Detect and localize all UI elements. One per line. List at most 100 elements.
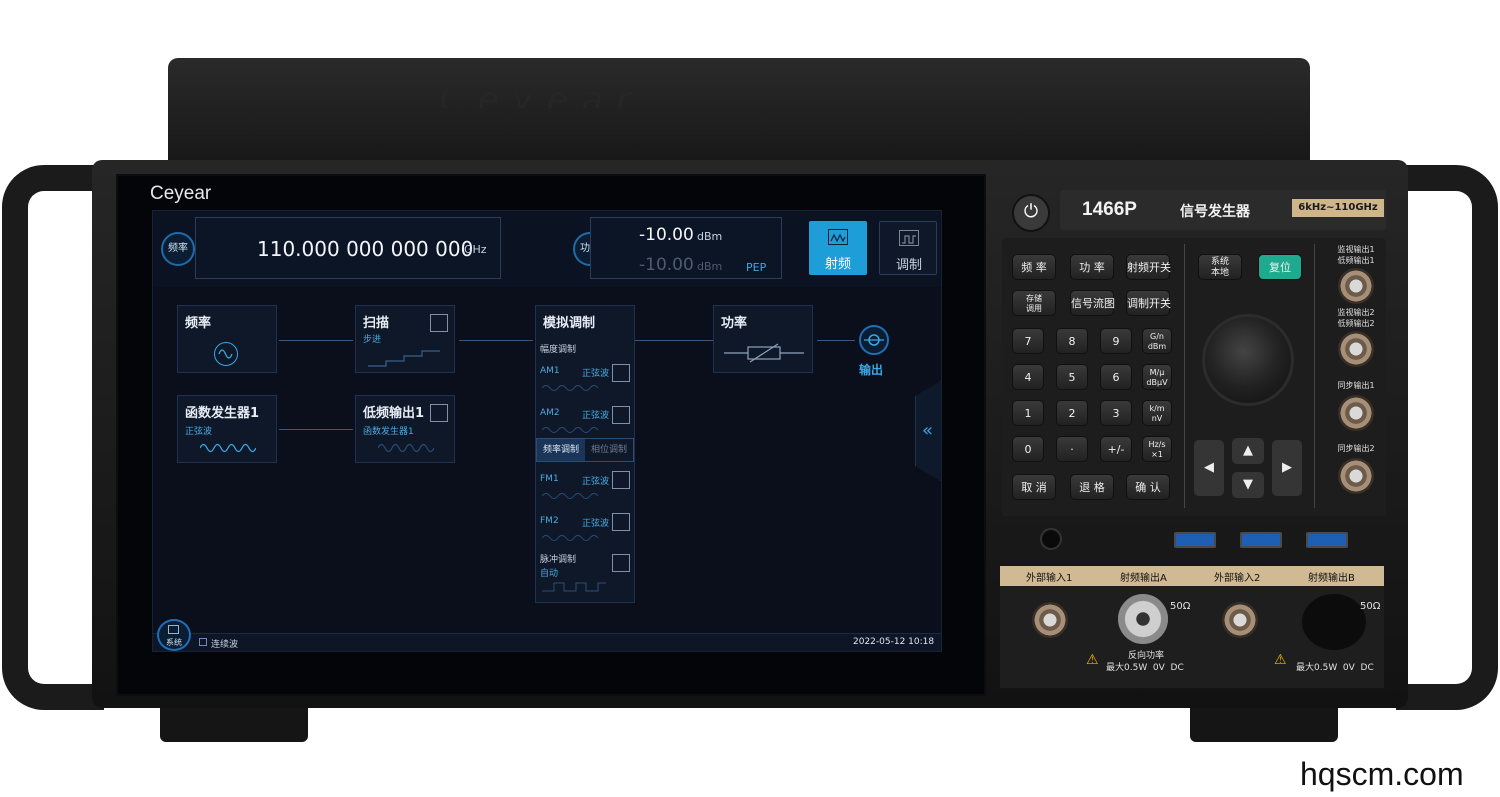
numeric-key-0-2[interactable]: 9 [1100,328,1132,354]
rf-out-a-connector[interactable] [1118,594,1168,644]
left-handle [2,165,104,710]
analog-mod-block[interactable]: 模拟调制 幅度调制 AM1 正弦波 AM2 正弦波 频率调制 相位调制 FM1 … [535,305,635,603]
fm2-checkbox[interactable] [612,513,630,531]
numeric-key-3-2[interactable]: +/- [1100,436,1132,462]
power-switch-button[interactable]: ⏻ [1012,194,1050,232]
mod-tabs: 频率调制 相位调制 [536,438,634,462]
rf-out-b-cap[interactable] [1302,594,1366,650]
numeric-key-2-3[interactable]: k/m nV [1142,400,1172,426]
numeric-key-1-1[interactable]: 5 [1056,364,1088,390]
power-block[interactable]: 功率 [713,305,813,373]
monitor-output-2-connector[interactable] [1338,331,1374,367]
system-local-key[interactable]: 系统 本地 [1198,254,1242,280]
arrow-up-key[interactable]: ▲ [1232,438,1264,464]
rf-button[interactable]: 射频 [809,221,867,275]
ext-input-1-connector[interactable] [1032,602,1068,638]
right-handle [1396,165,1498,710]
rf-out-a-label: 射频输出A [1120,573,1167,584]
key-bottom-0[interactable]: 取 消 [1012,474,1056,500]
warning-icon: ⚠ [1086,652,1099,668]
key-row1-0[interactable]: 频 率 [1012,254,1056,280]
key-row2-0[interactable]: 存储 调用 [1012,290,1056,316]
lid-brand-logo: Ceyear [440,92,1040,108]
sine-icon [214,342,238,366]
arrow-down-key[interactable]: ▼ [1232,472,1264,498]
right-foot [1190,704,1338,742]
datetime: 2022-05-12 10:18 [853,637,935,647]
am1-label: AM1 [540,366,560,376]
sweep-checkbox[interactable] [430,314,448,332]
numeric-key-0-3[interactable]: G/n dBm [1142,328,1172,354]
sync-output-2-connector[interactable] [1338,458,1374,494]
numeric-key-1-0[interactable]: 4 [1012,364,1044,390]
rotary-knob[interactable] [1202,314,1294,406]
headphone-jack[interactable] [1040,528,1062,550]
lfout-title: 低频输出1 [363,406,425,421]
pep-unit: dBm [697,260,723,273]
numeric-key-2-0[interactable]: 1 [1012,400,1044,426]
attenuator-icon [724,342,804,368]
tab-fm[interactable]: 频率调制 [537,439,585,461]
fm1-checkbox[interactable] [612,471,630,489]
am2-checkbox[interactable] [612,406,630,424]
numeric-key-0-1[interactable]: 8 [1056,328,1088,354]
tab-pm[interactable]: 相位调制 [585,439,633,461]
numeric-key-2-1[interactable]: 2 [1056,400,1088,426]
arrow-right-key[interactable]: ▶ [1272,440,1302,496]
rf-out-b-label: 射频输出B [1308,573,1355,584]
pulse-label: 脉冲调制 [540,555,577,565]
pep-label: PEP [746,261,767,274]
sweep-block-title: 扫描 [363,316,390,331]
usb-port-1[interactable] [1174,532,1216,548]
sweep-block[interactable]: 扫描 步进 [355,305,455,373]
analog-mod-title: 模拟调制 [543,316,596,331]
max-rating-b: 最大0.5W 0V DC [1296,663,1374,673]
arrow-left-key[interactable]: ◀ [1194,440,1224,496]
am1-checkbox[interactable] [612,364,630,382]
side-drawer-tab[interactable]: « [915,381,941,481]
numeric-key-3-1[interactable]: · [1056,436,1088,462]
am2-wave-icon [541,420,602,439]
power-block-title: 功率 [721,316,748,331]
key-row2-1[interactable]: 信号流图 [1070,290,1115,316]
numeric-key-2-2[interactable]: 3 [1100,400,1132,426]
numeric-key-1-2[interactable]: 6 [1100,364,1132,390]
port-label-1: 监视输出1 低频输出1 [1337,245,1375,265]
numeric-key-1-3[interactable]: M/μ dBμV [1142,364,1172,390]
lfout-block[interactable]: 低频输出1 函数发生器1 [355,395,455,463]
usb-port-3[interactable] [1306,532,1348,548]
sync-output-1-connector[interactable] [1338,395,1374,431]
key-row2-2[interactable]: 调制开关 [1126,290,1171,316]
double-chevron-left-icon: « [922,420,934,441]
screen-logo: Ceyear [150,183,212,204]
key-row1-1[interactable]: 功 率 [1070,254,1114,280]
output-icon[interactable] [859,325,889,355]
system-button[interactable]: 系统 [157,619,191,651]
watermark: hqscm.com [1300,756,1464,792]
ext-input-1-label: 外部输入1 [1026,573,1073,584]
key-bottom-1[interactable]: 退 格 [1070,474,1114,500]
lfout-checkbox[interactable] [430,404,448,422]
freq-block[interactable]: 频率 [177,305,277,373]
flow-line [459,340,533,341]
ext-input-2-connector[interactable] [1222,602,1258,638]
reset-key[interactable]: 复位 [1258,254,1302,280]
numeric-key-3-3[interactable]: Hz/s ×1 [1142,436,1172,462]
monitor-output-1-connector[interactable] [1338,268,1374,304]
fm2-wave-icon [541,528,602,547]
pulse-checkbox[interactable] [612,554,630,572]
key-bottom-2[interactable]: 确 认 [1126,474,1170,500]
key-row1-2[interactable]: 射频开关 [1126,254,1171,280]
am1-wave-icon [541,378,602,397]
funcgen-block[interactable]: 函数发生器1 正弦波 [177,395,277,463]
numeric-key-3-0[interactable]: 0 [1012,436,1044,462]
freq-button[interactable]: 频率 [161,232,195,266]
instrument-type: 信号发生器 [1180,204,1250,220]
port-label-3: 同步输出1 [1337,381,1375,390]
lfout-wave-icon [377,440,435,459]
mode-text: 连续波 [211,640,239,650]
usb-port-2[interactable] [1240,532,1282,548]
mod-button[interactable]: 调制 [879,221,937,275]
numeric-key-0-0[interactable]: 7 [1012,328,1044,354]
funcgen-wave: 正弦波 [185,427,213,437]
